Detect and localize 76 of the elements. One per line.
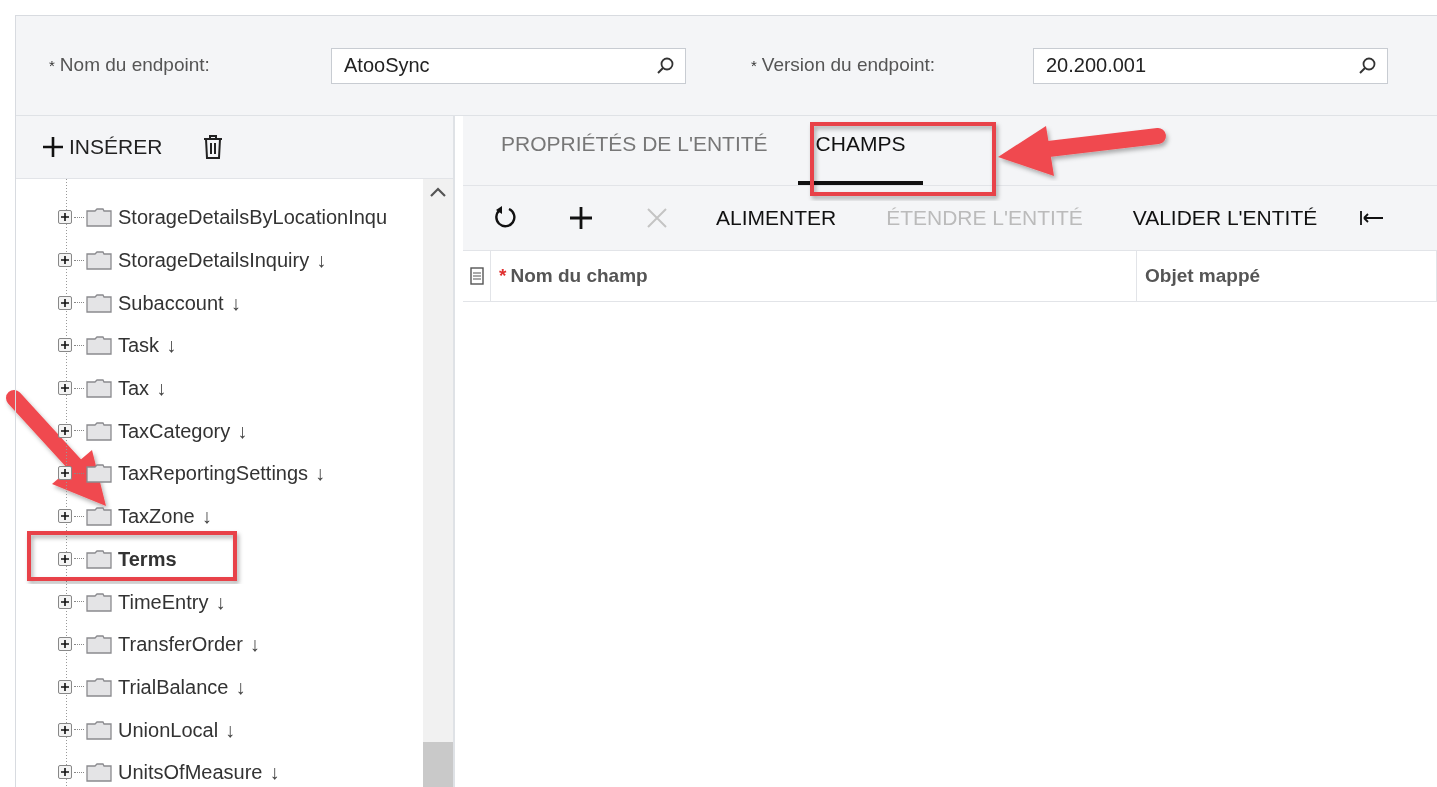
expand-icon[interactable]	[58, 765, 72, 780]
expand-icon[interactable]	[58, 423, 72, 438]
tree-item[interactable]: TaxCategory	[118, 415, 231, 446]
tree-item[interactable]: TaxZone	[118, 501, 195, 532]
folder-icon	[86, 335, 112, 356]
folder-icon	[86, 250, 112, 271]
folder-icon	[86, 591, 112, 612]
sort-marker: ↓	[315, 461, 326, 487]
sort-marker: ↓	[230, 290, 241, 316]
folder-icon	[86, 762, 112, 783]
expand-icon[interactable]	[58, 295, 72, 310]
tree-item[interactable]: Subaccount	[118, 287, 224, 318]
sort-marker: ↓	[225, 717, 236, 743]
search-icon[interactable]	[656, 55, 676, 76]
required-asterisk: *	[751, 57, 757, 75]
folder-icon	[86, 506, 112, 527]
tree-item[interactable]: TransferOrder	[118, 629, 243, 660]
folder-icon	[86, 634, 112, 655]
folder-icon	[86, 378, 112, 399]
sort-marker: ↓	[166, 333, 177, 359]
folder-icon	[86, 207, 112, 228]
expand-icon[interactable]	[58, 637, 72, 652]
sort-marker: ↓	[269, 760, 280, 786]
tree-item[interactable]: TimeEntry	[118, 586, 209, 617]
trash-icon[interactable]	[202, 134, 225, 160]
column-header-text: Objet mappé	[1145, 263, 1261, 288]
fit-columns-icon[interactable]	[1359, 208, 1386, 228]
tree-item[interactable]: StorageDetailsInquiry	[118, 245, 310, 276]
sort-marker: ↓	[249, 632, 260, 658]
folder-icon	[86, 463, 112, 484]
field-label: * Nom du endpoint:	[49, 53, 211, 78]
folder-icon	[86, 548, 112, 569]
tree-item[interactable]: TaxReportingSettings	[118, 458, 309, 489]
sort-marker: ↓	[235, 674, 246, 700]
column-header-text: * Nom du champ	[499, 263, 648, 288]
sort-marker: ↓	[215, 589, 226, 615]
required-asterisk: *	[499, 264, 507, 286]
expand-icon[interactable]	[58, 722, 72, 737]
folder-icon	[86, 719, 112, 740]
tree-item[interactable]: Tax	[118, 373, 150, 404]
tree-item[interactable]: UnitsOfMeasure	[118, 757, 263, 787]
sort-marker: ↓	[201, 504, 212, 530]
expand-icon[interactable]	[58, 594, 72, 609]
sort-marker: ↓	[237, 418, 248, 444]
expand-icon[interactable]	[58, 338, 72, 353]
toolbar-button[interactable]: ALIMENTER	[716, 202, 837, 234]
tree-item[interactable]: UnionLocal	[118, 714, 219, 745]
chevron-up-icon[interactable]	[430, 187, 446, 197]
expand-icon[interactable]	[58, 509, 72, 524]
folder-icon	[86, 292, 112, 313]
sort-marker: ↓	[316, 248, 327, 274]
required-asterisk: *	[49, 57, 55, 75]
expand-icon[interactable]	[58, 381, 72, 396]
folder-icon	[86, 676, 112, 697]
scrollbar-thumb[interactable]	[423, 742, 453, 787]
tree-item[interactable]: Terms	[118, 543, 177, 574]
expand-icon[interactable]	[58, 551, 72, 566]
expand-icon[interactable]	[58, 679, 72, 694]
tab[interactable]: PROPRIÉTÉS DE L'ENTITÉ	[483, 127, 786, 185]
expand-icon[interactable]	[58, 466, 72, 481]
folder-icon	[86, 420, 112, 441]
field-label: * Version du endpoint:	[751, 53, 937, 78]
scrollbar[interactable]	[423, 179, 453, 787]
sort-marker: ↓	[156, 376, 167, 402]
column-chooser-icon[interactable]	[469, 267, 484, 285]
expand-icon[interactable]	[58, 253, 72, 268]
insert-button[interactable]: INSÉRER	[41, 131, 163, 163]
tree-item[interactable]: Task	[118, 330, 160, 361]
tree-item[interactable]: StorageDetailsByLocationInqu	[118, 202, 388, 233]
search-icon[interactable]	[1358, 55, 1378, 76]
tree-item[interactable]: TrialBalance	[118, 671, 229, 702]
toolbar-button[interactable]: VALIDER L'ENTITÉ	[1132, 202, 1318, 234]
plus-icon[interactable]	[41, 135, 65, 159]
search-field[interactable]: 20.200.001	[1033, 47, 1388, 84]
expand-icon[interactable]	[58, 210, 72, 225]
search-field[interactable]: AtooSync	[331, 47, 686, 84]
